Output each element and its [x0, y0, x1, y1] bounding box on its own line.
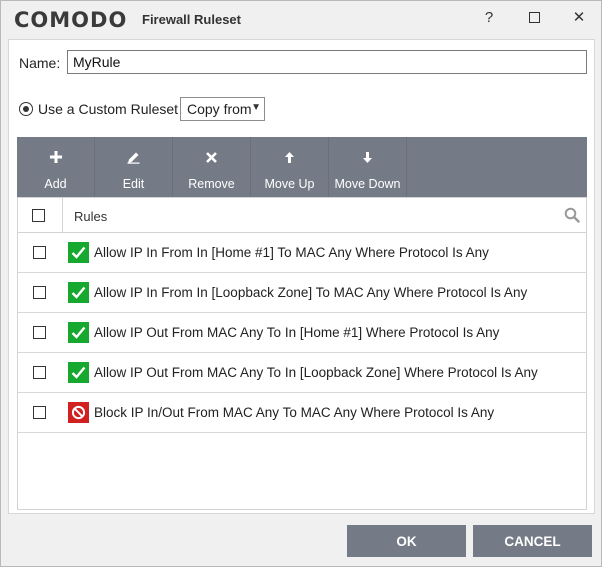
- rules-column-header[interactable]: Rules: [74, 209, 107, 224]
- arrow-up-icon: [285, 147, 294, 167]
- name-input[interactable]: [67, 50, 587, 74]
- table-header: Rules: [18, 198, 586, 233]
- remove-label: Remove: [188, 177, 235, 191]
- rule-text: Block IP In/Out From MAC Any To MAC Any …: [94, 405, 495, 420]
- header-divider: [62, 198, 63, 233]
- table-row[interactable]: Block IP In/Out From MAC Any To MAC Any …: [18, 393, 586, 433]
- window-title: Firewall Ruleset: [142, 12, 241, 27]
- row-checkbox[interactable]: [33, 406, 46, 419]
- rule-text: Allow IP In From In [Home #1] To MAC Any…: [94, 245, 489, 260]
- comodo-logo: COMODO: [14, 8, 128, 32]
- row-checkbox[interactable]: [33, 326, 46, 339]
- remove-button[interactable]: Remove: [173, 137, 251, 197]
- table-row[interactable]: Allow IP Out From MAC Any To In [Loopbac…: [18, 353, 586, 393]
- block-icon: [68, 402, 89, 423]
- cancel-button[interactable]: CANCEL: [473, 525, 592, 557]
- ok-button[interactable]: OK: [347, 525, 466, 557]
- add-button[interactable]: Add: [17, 137, 95, 197]
- custom-ruleset-radio[interactable]: [19, 102, 33, 116]
- edit-button[interactable]: Edit: [95, 137, 173, 197]
- allow-check-icon: [68, 242, 89, 263]
- table-row[interactable]: Allow IP Out From MAC Any To In [Home #1…: [18, 313, 586, 353]
- rule-text: Allow IP Out From MAC Any To In [Home #1…: [94, 325, 500, 340]
- table-row[interactable]: Allow IP In From In [Home #1] To MAC Any…: [18, 233, 586, 273]
- row-checkbox[interactable]: [33, 246, 46, 259]
- row-checkbox[interactable]: [33, 286, 46, 299]
- move-up-button[interactable]: Move Up: [251, 137, 329, 197]
- move-up-label: Move Up: [264, 177, 315, 191]
- content-panel: Name: Use a Custom Ruleset Copy from ▼ A…: [8, 39, 595, 514]
- maximize-icon: [528, 11, 540, 23]
- firewall-ruleset-dialog: COMODO Firewall Ruleset ? ✕ Name: Use a …: [0, 0, 602, 567]
- allow-check-icon: [68, 362, 89, 383]
- dropdown-arrow-icon: ▼: [251, 102, 261, 113]
- radio-selected-dot: [23, 106, 29, 112]
- close-button[interactable]: ✕: [567, 5, 591, 29]
- ruleset-toolbar: Add Edit Remove Move Up Move Down: [17, 137, 587, 197]
- rule-text: Allow IP Out From MAC Any To In [Loopbac…: [94, 365, 538, 380]
- row-checkbox[interactable]: [33, 366, 46, 379]
- copy-from-dropdown[interactable]: Copy from ▼: [180, 97, 265, 121]
- custom-ruleset-label[interactable]: Use a Custom Ruleset: [38, 101, 178, 117]
- add-label: Add: [44, 177, 67, 191]
- allow-check-icon: [68, 322, 89, 343]
- maximize-button[interactable]: [522, 5, 546, 29]
- help-button[interactable]: ?: [477, 5, 501, 29]
- move-down-label: Move Down: [334, 177, 401, 191]
- edit-label: Edit: [122, 177, 145, 191]
- copy-from-label: Copy from: [187, 101, 252, 117]
- rule-text: Allow IP In From In [Loopback Zone] To M…: [94, 285, 528, 300]
- plus-icon: [49, 147, 62, 167]
- arrow-down-icon: [363, 147, 372, 167]
- name-label: Name:: [19, 55, 61, 71]
- rules-table: Rules Allow IP In From In [Home #1] To M…: [17, 197, 587, 510]
- table-row[interactable]: Allow IP In From In [Loopback Zone] To M…: [18, 273, 586, 313]
- move-down-button[interactable]: Move Down: [329, 137, 407, 197]
- pencil-icon: [127, 147, 140, 167]
- allow-check-icon: [68, 282, 89, 303]
- title-bar: COMODO Firewall Ruleset ? ✕: [1, 1, 601, 39]
- select-all-checkbox[interactable]: [32, 209, 45, 222]
- search-icon[interactable]: [564, 207, 580, 223]
- x-icon: [206, 147, 217, 167]
